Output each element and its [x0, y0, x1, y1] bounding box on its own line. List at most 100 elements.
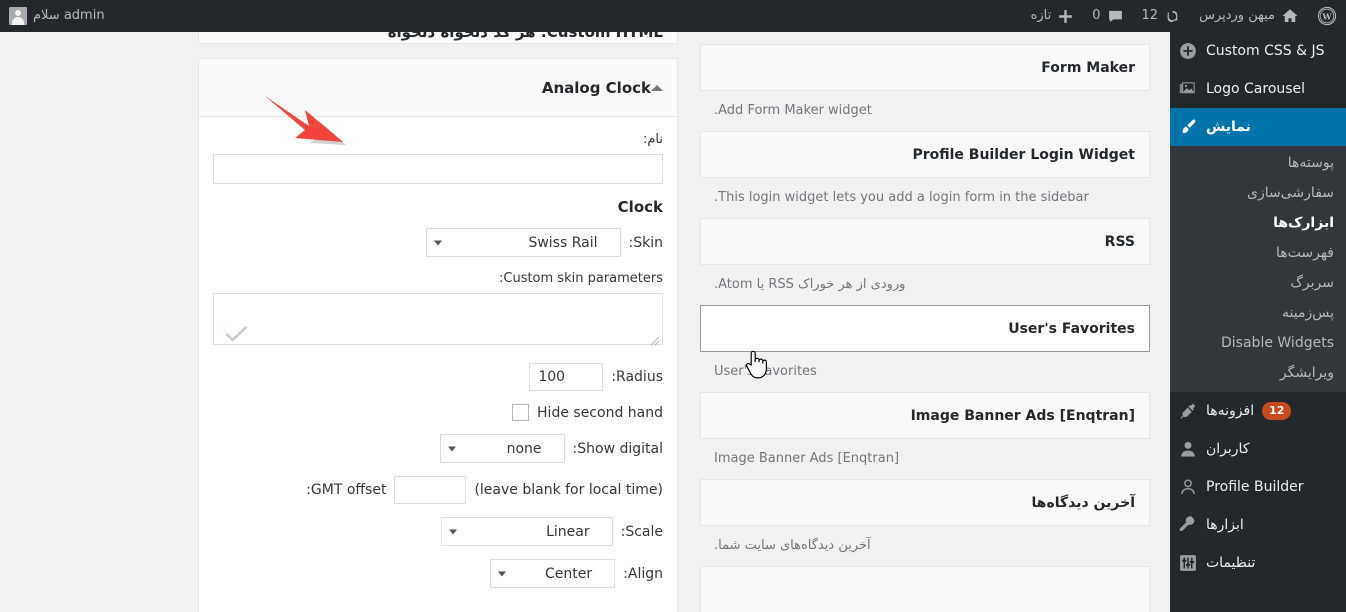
- radius-label: Radius:: [611, 369, 663, 385]
- comment-bubble-icon: [1108, 10, 1122, 22]
- widget-card-recent-comments[interactable]: آخرین دیدگاه‌ها: [700, 479, 1150, 526]
- sidebar-item-custom-css-js[interactable]: Custom CSS & JS: [1170, 32, 1346, 70]
- panel-custom-html-partial[interactable]: Custom HTML: هر کد دلخواه دلخواه: [198, 32, 678, 44]
- show-digital-select[interactable]: none: [439, 434, 565, 463]
- admin-bar-updates[interactable]: 12: [1133, 0, 1191, 32]
- submenu-item-widgets[interactable]: ابزارک‌ها: [1170, 208, 1346, 238]
- sidebar-item-plugins[interactable]: 12 افزونه‌ها: [1170, 392, 1346, 430]
- show-digital-selected-value: none: [506, 440, 542, 457]
- admin-bar-left-group: سلام admin: [0, 0, 114, 32]
- plugins-update-badge: 12: [1262, 402, 1292, 420]
- appearance-brush-icon: [1182, 119, 1196, 134]
- home-icon: [1282, 9, 1298, 22]
- widget-title: RSS: [1104, 233, 1135, 250]
- widget-card-form-maker[interactable]: Form Maker: [700, 44, 1150, 91]
- available-widgets-column: Form Maker Add Form Maker widget. Profil…: [700, 32, 1150, 612]
- new-content-label: تازه: [1030, 8, 1052, 23]
- widget-card-users-favorites[interactable]: User's Favorites: [700, 305, 1150, 352]
- sidebar-item-label: Logo Carousel: [1206, 81, 1306, 97]
- widget-card-next-partial[interactable]: [700, 566, 1150, 612]
- sidebar-item-label: Custom CSS & JS: [1206, 43, 1325, 59]
- skin-label: Skin:: [628, 234, 663, 251]
- name-field-label: نام:: [642, 132, 663, 147]
- show-digital-row: Show digital: none: [213, 434, 663, 463]
- hide-second-hand-checkbox[interactable]: [512, 404, 530, 421]
- submenu-item-header[interactable]: سربرگ: [1170, 268, 1346, 298]
- widget-description: Add Form Maker widget.: [714, 103, 872, 118]
- widget-description: User's Favorites: [714, 364, 817, 379]
- scale-select[interactable]: Linear: [440, 517, 613, 546]
- skin-select[interactable]: Swiss Rail: [425, 228, 621, 257]
- scale-selected-value: Linear: [546, 523, 590, 540]
- sidebar-item-logo-carousel[interactable]: Logo Carousel: [1170, 70, 1346, 108]
- images-icon: [1179, 82, 1195, 94]
- wordpress-logo-icon: W: [1317, 6, 1337, 26]
- admin-bar-site-name[interactable]: میهن وردپرس: [1190, 0, 1308, 32]
- widget-card-profile-builder-login[interactable]: Profile Builder Login Widget: [700, 131, 1150, 178]
- align-label: Align:: [623, 565, 663, 582]
- page-body: Form Maker Add Form Maker widget. Profil…: [0, 32, 1170, 612]
- sidebar-item-appearance[interactable]: نمایش: [1170, 108, 1346, 146]
- update-refresh-icon: [1167, 10, 1178, 22]
- widget-title: Profile Builder Login Widget: [912, 146, 1135, 163]
- panel-header[interactable]: Custom HTML: هر کد دلخواه دلخواه: [199, 32, 677, 43]
- sidebar-item-profile-builder[interactable]: Profile Builder: [1170, 468, 1346, 506]
- admin-bar-my-account[interactable]: سلام admin: [0, 0, 114, 32]
- panel-header-analog-clock[interactable]: Analog Clock: [199, 59, 677, 117]
- widget-title: [Enqtran] Image Banner Ads: [910, 407, 1135, 424]
- chevron-down-icon: [433, 240, 442, 245]
- gmt-offset-input[interactable]: [394, 476, 467, 504]
- submenu-item-menus[interactable]: فهرست‌ها: [1170, 238, 1346, 268]
- chevron-down-icon: [447, 446, 456, 451]
- panel-title: Analog Clock: [541, 78, 651, 97]
- sidebar-item-settings[interactable]: تنظیمات: [1170, 544, 1346, 582]
- submenu-item-customize[interactable]: سفارشی‌سازی: [1170, 178, 1346, 208]
- widget-settings-column: Custom HTML: هر کد دلخواه دلخواه Analog …: [198, 32, 678, 612]
- submenu-item-themes[interactable]: پوسته‌ها: [1170, 148, 1346, 178]
- widget-description: [Enqtran] Image Banner Ads: [714, 451, 900, 466]
- updates-count-label: 12: [1141, 8, 1159, 23]
- plus-icon: [1059, 9, 1073, 23]
- sidebar-item-tools[interactable]: ابزارها: [1170, 506, 1346, 544]
- widget-card-image-banner-ads[interactable]: [Enqtran] Image Banner Ads: [700, 392, 1150, 439]
- gmt-hint-label: (leave blank for local time): [474, 482, 663, 498]
- admin-bar-wp-logo[interactable]: W: [1308, 0, 1346, 32]
- panel-body-analog-clock: نام: Clock Skin: Swiss Rail Custom skin …: [199, 117, 677, 612]
- wrench-icon: [1179, 516, 1195, 532]
- submenu-item-background[interactable]: پس‌زمینه: [1170, 298, 1346, 328]
- user-outline-icon: [1181, 479, 1195, 495]
- submenu-item-disable-widgets[interactable]: Disable Widgets: [1170, 328, 1346, 358]
- align-row: Align: Center: [213, 559, 663, 588]
- sidebar-item-label: نمایش: [1206, 119, 1251, 135]
- panel-title: Custom HTML: هر کد دلخواه دلخواه: [387, 32, 663, 41]
- admin-sidebar-menu: Custom CSS & JS Logo Carousel نمایش پوست…: [1170, 32, 1346, 612]
- align-select[interactable]: Center: [490, 559, 616, 588]
- admin-bar-new-content[interactable]: تازه: [1022, 0, 1084, 32]
- widget-description: ورودی از هر خوراک RSS یا Atom.: [714, 277, 906, 292]
- triangle-up-icon[interactable]: [651, 84, 663, 91]
- sidebar-item-users[interactable]: کاربران: [1170, 430, 1346, 468]
- submenu-item-editor[interactable]: ویرایشگر: [1170, 358, 1346, 388]
- panel-analog-clock: Analog Clock نام: Clock Skin: Swiss Rail…: [198, 58, 678, 612]
- scale-label: Scale:: [620, 523, 663, 540]
- sidebar-item-label: کاربران: [1206, 441, 1250, 457]
- widget-card-rss[interactable]: RSS: [700, 218, 1150, 265]
- custom-skin-textarea[interactable]: [213, 293, 663, 345]
- avatar: [9, 7, 27, 25]
- howdy-label: سلام admin: [33, 8, 105, 23]
- widget-title: آخرین دیدگاه‌ها: [1031, 494, 1135, 511]
- admin-bar: W میهن وردپرس 12 0 تازه سلام admin: [0, 0, 1346, 32]
- sidebar-item-label: ابزارها: [1206, 517, 1244, 533]
- widget-description: This login widget lets you add a login f…: [714, 190, 1089, 205]
- chevron-down-icon: [498, 571, 507, 576]
- name-input[interactable]: [213, 154, 663, 184]
- widget-title: Form Maker: [1041, 59, 1135, 76]
- radius-input[interactable]: [529, 363, 604, 391]
- admin-bar-comments[interactable]: 0: [1083, 0, 1132, 32]
- svg-text:W: W: [1321, 12, 1332, 22]
- plugin-icon: [1180, 403, 1196, 419]
- skin-selected-value: Swiss Rail: [528, 234, 598, 251]
- widget-description: آخرین دیدگاه‌های سایت شما.: [714, 538, 871, 553]
- custom-skin-textarea-wrap: ABC: [213, 293, 663, 349]
- appearance-submenu: پوسته‌ها سفارشی‌سازی ابزارک‌ها فهرست‌ها …: [1170, 146, 1346, 392]
